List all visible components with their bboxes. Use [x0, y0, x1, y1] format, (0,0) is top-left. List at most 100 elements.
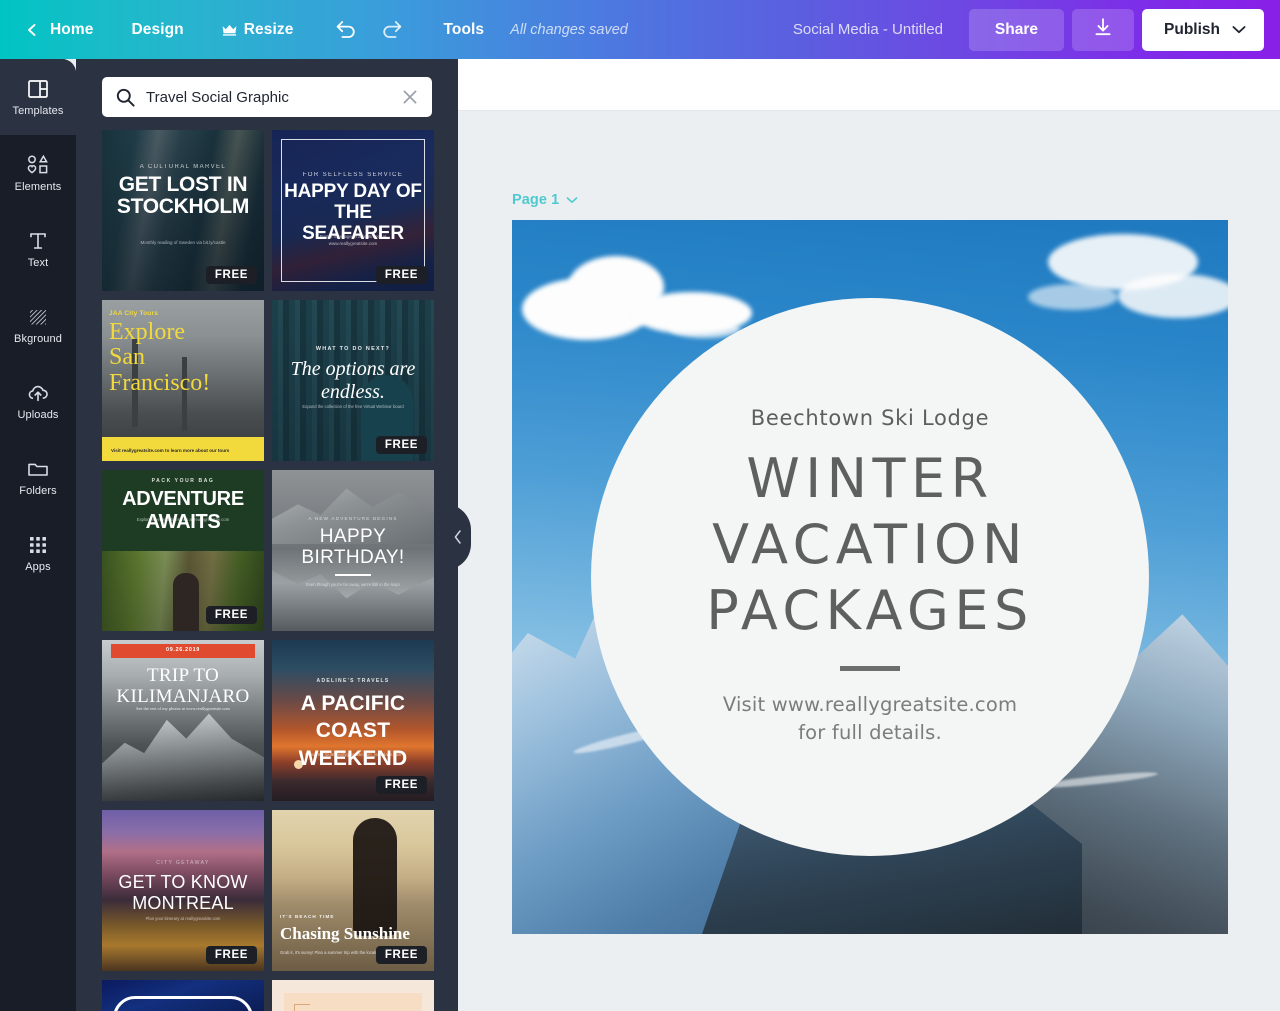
template-title: A PACIFIC COAST WEEKEND [272, 690, 434, 772]
undo-redo-group [335, 19, 403, 40]
template-card[interactable] [272, 980, 434, 1011]
chevron-down-icon [1232, 21, 1246, 39]
template-card[interactable]: ADELINE'S TRAVELS A PACIFIC COAST WEEKEN… [272, 640, 434, 801]
template-eyebrow: JAA City Tours [109, 310, 158, 317]
shapes-elements-icon [26, 154, 50, 176]
download-arrow-icon [1092, 16, 1114, 43]
download-button[interactable] [1072, 9, 1134, 51]
design-heading-line-1: WINTER [746, 446, 993, 512]
sidebar-item-text[interactable]: Text [0, 211, 76, 287]
template-eyebrow: FOR SELFLESS SERVICE [272, 172, 434, 178]
template-title: HAPPY BIRTHDAY! [272, 526, 434, 569]
free-badge: FREE [206, 946, 257, 964]
search-box[interactable] [102, 77, 432, 117]
template-card[interactable]: CITY GETAWAY GET TO KNOW MONTREAL Plan y… [102, 810, 264, 971]
template-body: Monthly reading of Sweden via bit.ly/cas… [102, 240, 264, 245]
design-divider-rule [840, 666, 900, 671]
undo-arrow-icon[interactable] [335, 19, 358, 40]
design-canvas[interactable]: Beechtown Ski Lodge WINTER VACATION PACK… [512, 220, 1228, 934]
header-resize-button[interactable]: Resize [222, 21, 294, 39]
hatch-background-icon [27, 306, 49, 328]
template-title: Chasing Sunshine [280, 924, 410, 944]
template-card[interactable]: IT'S BEACH TIME Chasing Sunshine Grab it… [272, 810, 434, 971]
sidebar-item-label: Apps [25, 561, 50, 573]
header-design-tab[interactable]: Design [131, 21, 183, 39]
free-badge: FREE [206, 266, 257, 284]
template-card[interactable]: A CULTURAL MARVEL GET LOST IN STOCKHOLM … [102, 130, 264, 291]
sidebar-item-folders[interactable]: Folders [0, 439, 76, 515]
template-eyebrow: A NEW ADVENTURE BEGINS [272, 516, 434, 521]
chevron-down-icon[interactable] [566, 191, 578, 209]
search-icon [115, 87, 136, 108]
sidebar-item-label: Text [28, 257, 49, 269]
header-right-group: Social Media - Untitled Share Publish [793, 9, 1264, 51]
free-badge: FREE [206, 606, 257, 624]
template-body: Plan your itinerary at reallygreatsite.c… [102, 916, 264, 921]
template-card[interactable]: WHAT TO DO NEXT? The options are endless… [272, 300, 434, 461]
text-t-icon [27, 230, 49, 252]
page-label: Page 1 [512, 192, 559, 208]
free-badge: FREE [376, 266, 427, 284]
template-card[interactable]: FOR SELFLESS SERVICE HAPPY DAY OF THE SE… [272, 130, 434, 291]
template-body: Explore weekend itineraries at reallygre… [102, 517, 264, 522]
template-decor-corner [294, 1004, 310, 1011]
sidebar-item-apps[interactable]: Apps [0, 515, 76, 591]
close-x-icon[interactable] [401, 88, 419, 106]
cloud-shape [1028, 284, 1118, 310]
template-body: Check my route: reallygreatsite.com, you… [272, 752, 434, 757]
crown-icon [222, 24, 237, 36]
free-badge: FREE [376, 946, 427, 964]
template-title: TRIP TO KILIMANJARO [102, 665, 264, 708]
folder-icon [26, 458, 50, 480]
template-decor-frame [113, 996, 253, 1011]
template-title: GET TO KNOW MONTREAL [102, 872, 264, 913]
template-results-grid[interactable]: A CULTURAL MARVEL GET LOST IN STOCKHOLM … [102, 130, 434, 1011]
templates-panel: A CULTURAL MARVEL GET LOST IN STOCKHOLM … [76, 59, 458, 1011]
template-card[interactable]: 09.26.2019 TRIP TO KILIMANJARO See the r… [102, 640, 264, 801]
publish-button[interactable]: Publish [1142, 9, 1264, 51]
publish-label: Publish [1164, 21, 1220, 39]
back-chevron-icon[interactable] [24, 22, 40, 38]
header-home-button[interactable]: Home [50, 21, 93, 39]
design-text-circle[interactable]: Beechtown Ski Lodge WINTER VACATION PACK… [591, 298, 1149, 856]
cloud-upload-icon [26, 382, 50, 404]
template-title: The options are endless. [272, 358, 434, 404]
template-title: ADVENTURE AWAITS [102, 488, 264, 534]
document-title[interactable]: Social Media - Untitled [793, 21, 943, 38]
canvas-workspace[interactable]: Page 1 Beechtown Ski Lodge WINTER VACATI… [458, 111, 1280, 1011]
template-card[interactable]: JAA City Tours Explore San Francisco! Vi… [102, 300, 264, 461]
template-decor-figure [173, 573, 199, 631]
sidebar-item-label: Templates [12, 105, 63, 117]
redo-arrow-icon[interactable] [380, 19, 403, 40]
template-body: Post a message of a sentiment at www.rea… [272, 234, 434, 248]
template-eyebrow: CITY GETAWAY [102, 860, 264, 866]
sidebar-item-uploads[interactable]: Uploads [0, 363, 76, 439]
template-eyebrow: A CULTURAL MARVEL [102, 164, 264, 170]
design-heading-line-2: VACATION [712, 512, 1028, 578]
app-header: Home Design Resize [0, 0, 1280, 59]
sidebar-item-label: Bkground [14, 333, 62, 345]
sidebar-item-templates[interactable]: Templates [0, 59, 76, 135]
template-eyebrow: PACK YOUR BAG [102, 478, 264, 484]
editor-toolbar-strip [458, 59, 1280, 111]
template-eyebrow: 09.26.2019 [102, 647, 264, 653]
header-resize-label: Resize [244, 21, 294, 39]
sidebar-item-elements[interactable]: Elements [0, 135, 76, 211]
template-title: Explore San Francisco! [109, 320, 224, 396]
sidebar-item-bkground[interactable]: Bkground [0, 287, 76, 363]
template-card[interactable]: A NEW ADVENTURE BEGINS HAPPY BIRTHDAY! E… [272, 470, 434, 631]
header-tools-menu[interactable]: Tools [443, 21, 484, 39]
template-card[interactable] [102, 980, 264, 1011]
cloud-shape [1118, 274, 1228, 318]
free-badge: FREE [376, 436, 427, 454]
share-button[interactable]: Share [969, 9, 1064, 51]
save-status-text: All changes saved [510, 22, 628, 38]
template-card[interactable]: PACK YOUR BAG ADVENTURE AWAITS Explore w… [102, 470, 264, 631]
template-eyebrow: IT'S BEACH TIME [280, 914, 335, 919]
template-body: Grab it, it's sunny! Plan a summer trip … [280, 950, 386, 955]
left-nav-rail: Templates Elements Text [0, 59, 76, 1011]
sidebar-item-label: Elements [15, 181, 62, 193]
template-decor-figure [353, 818, 397, 936]
page-selector[interactable]: Page 1 [512, 191, 578, 209]
search-input[interactable] [146, 89, 401, 106]
